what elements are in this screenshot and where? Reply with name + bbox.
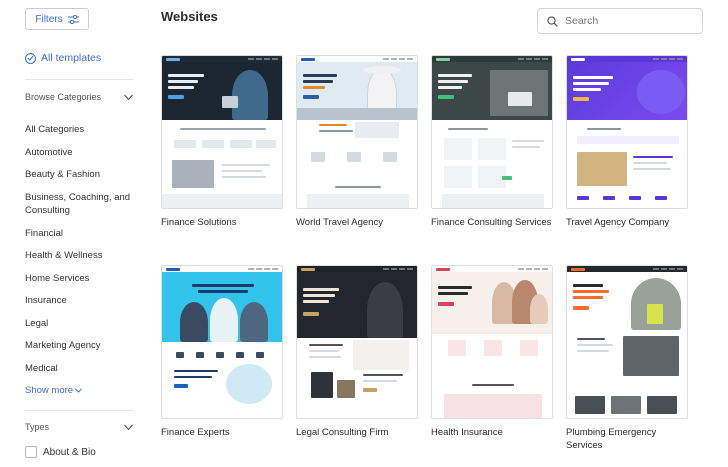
template-title[interactable]: Legal Consulting Firm — [296, 426, 418, 439]
template-thumbnail[interactable] — [566, 265, 688, 419]
all-templates-label: All templates — [41, 52, 102, 64]
chevron-up-icon — [124, 424, 133, 430]
types-label: Types — [25, 422, 50, 432]
template-card[interactable]: Health Insurance — [431, 265, 553, 439]
category-marketing-agency[interactable]: Marketing Agency — [25, 339, 135, 352]
template-thumbnail[interactable] — [296, 265, 418, 419]
check-circle-icon — [25, 52, 36, 64]
type-about-bio[interactable]: About & Bio — [25, 446, 96, 458]
checkbox[interactable] — [25, 446, 37, 458]
template-card[interactable]: Travel Agency Company — [566, 55, 688, 229]
filter-sliders-icon — [67, 14, 79, 24]
category-automotive[interactable]: Automotive — [25, 146, 135, 159]
template-card[interactable]: Plumbing Emergency Services — [566, 265, 688, 452]
template-title[interactable]: Plumbing Emergency Services — [566, 426, 688, 452]
template-card[interactable]: Legal Consulting Firm — [296, 265, 418, 439]
template-thumbnail[interactable] — [431, 55, 553, 209]
template-title[interactable]: Travel Agency Company — [566, 216, 688, 229]
template-thumbnail[interactable] — [161, 55, 283, 209]
search-box[interactable] — [537, 8, 703, 34]
sidebar: Filters All templates Browse Categories … — [0, 0, 146, 467]
category-insurance[interactable]: Insurance — [25, 294, 135, 307]
search-icon — [547, 15, 558, 27]
category-legal[interactable]: Legal — [25, 317, 135, 330]
template-card[interactable]: Finance Experts — [161, 265, 283, 439]
category-health-wellness[interactable]: Health & Wellness — [25, 249, 135, 262]
category-financial[interactable]: Financial — [25, 227, 135, 240]
chevron-up-icon — [124, 94, 133, 100]
template-thumbnail[interactable] — [296, 55, 418, 209]
template-card[interactable]: World Travel Agency — [296, 55, 418, 229]
show-more-link[interactable]: Show more — [25, 385, 82, 396]
template-thumbnail[interactable] — [431, 265, 553, 419]
types-toggle[interactable]: Types — [25, 422, 133, 432]
template-card[interactable]: Finance Consulting Services — [431, 55, 553, 229]
show-more-label: Show more — [25, 385, 74, 396]
all-templates-link[interactable]: All templates — [25, 52, 101, 64]
template-card[interactable]: Finance Solutions — [161, 55, 283, 229]
template-title[interactable]: Finance Consulting Services — [431, 216, 553, 229]
divider — [25, 79, 133, 80]
category-home-services[interactable]: Home Services — [25, 272, 135, 285]
category-business-coaching-consulting[interactable]: Business, Coaching, and Consulting — [25, 191, 135, 217]
chevron-down-icon — [75, 388, 82, 393]
filters-label: Filters — [35, 13, 63, 25]
category-beauty-fashion[interactable]: Beauty & Fashion — [25, 168, 135, 181]
type-about-bio-label: About & Bio — [43, 446, 96, 458]
template-title[interactable]: Finance Solutions — [161, 216, 283, 229]
template-title[interactable]: World Travel Agency — [296, 216, 418, 229]
template-title[interactable]: Finance Experts — [161, 426, 283, 439]
filters-button[interactable]: Filters — [25, 8, 89, 30]
category-medical[interactable]: Medical — [25, 362, 135, 375]
template-thumbnail[interactable] — [161, 265, 283, 419]
divider — [25, 410, 133, 411]
browse-categories-toggle[interactable]: Browse Categories — [25, 92, 133, 102]
template-title[interactable]: Health Insurance — [431, 426, 553, 439]
category-all[interactable]: All Categories — [25, 123, 135, 136]
browse-categories-label: Browse Categories — [25, 92, 102, 102]
template-thumbnail[interactable] — [566, 55, 688, 209]
search-input[interactable] — [565, 15, 695, 27]
page-title: Websites — [161, 9, 218, 24]
